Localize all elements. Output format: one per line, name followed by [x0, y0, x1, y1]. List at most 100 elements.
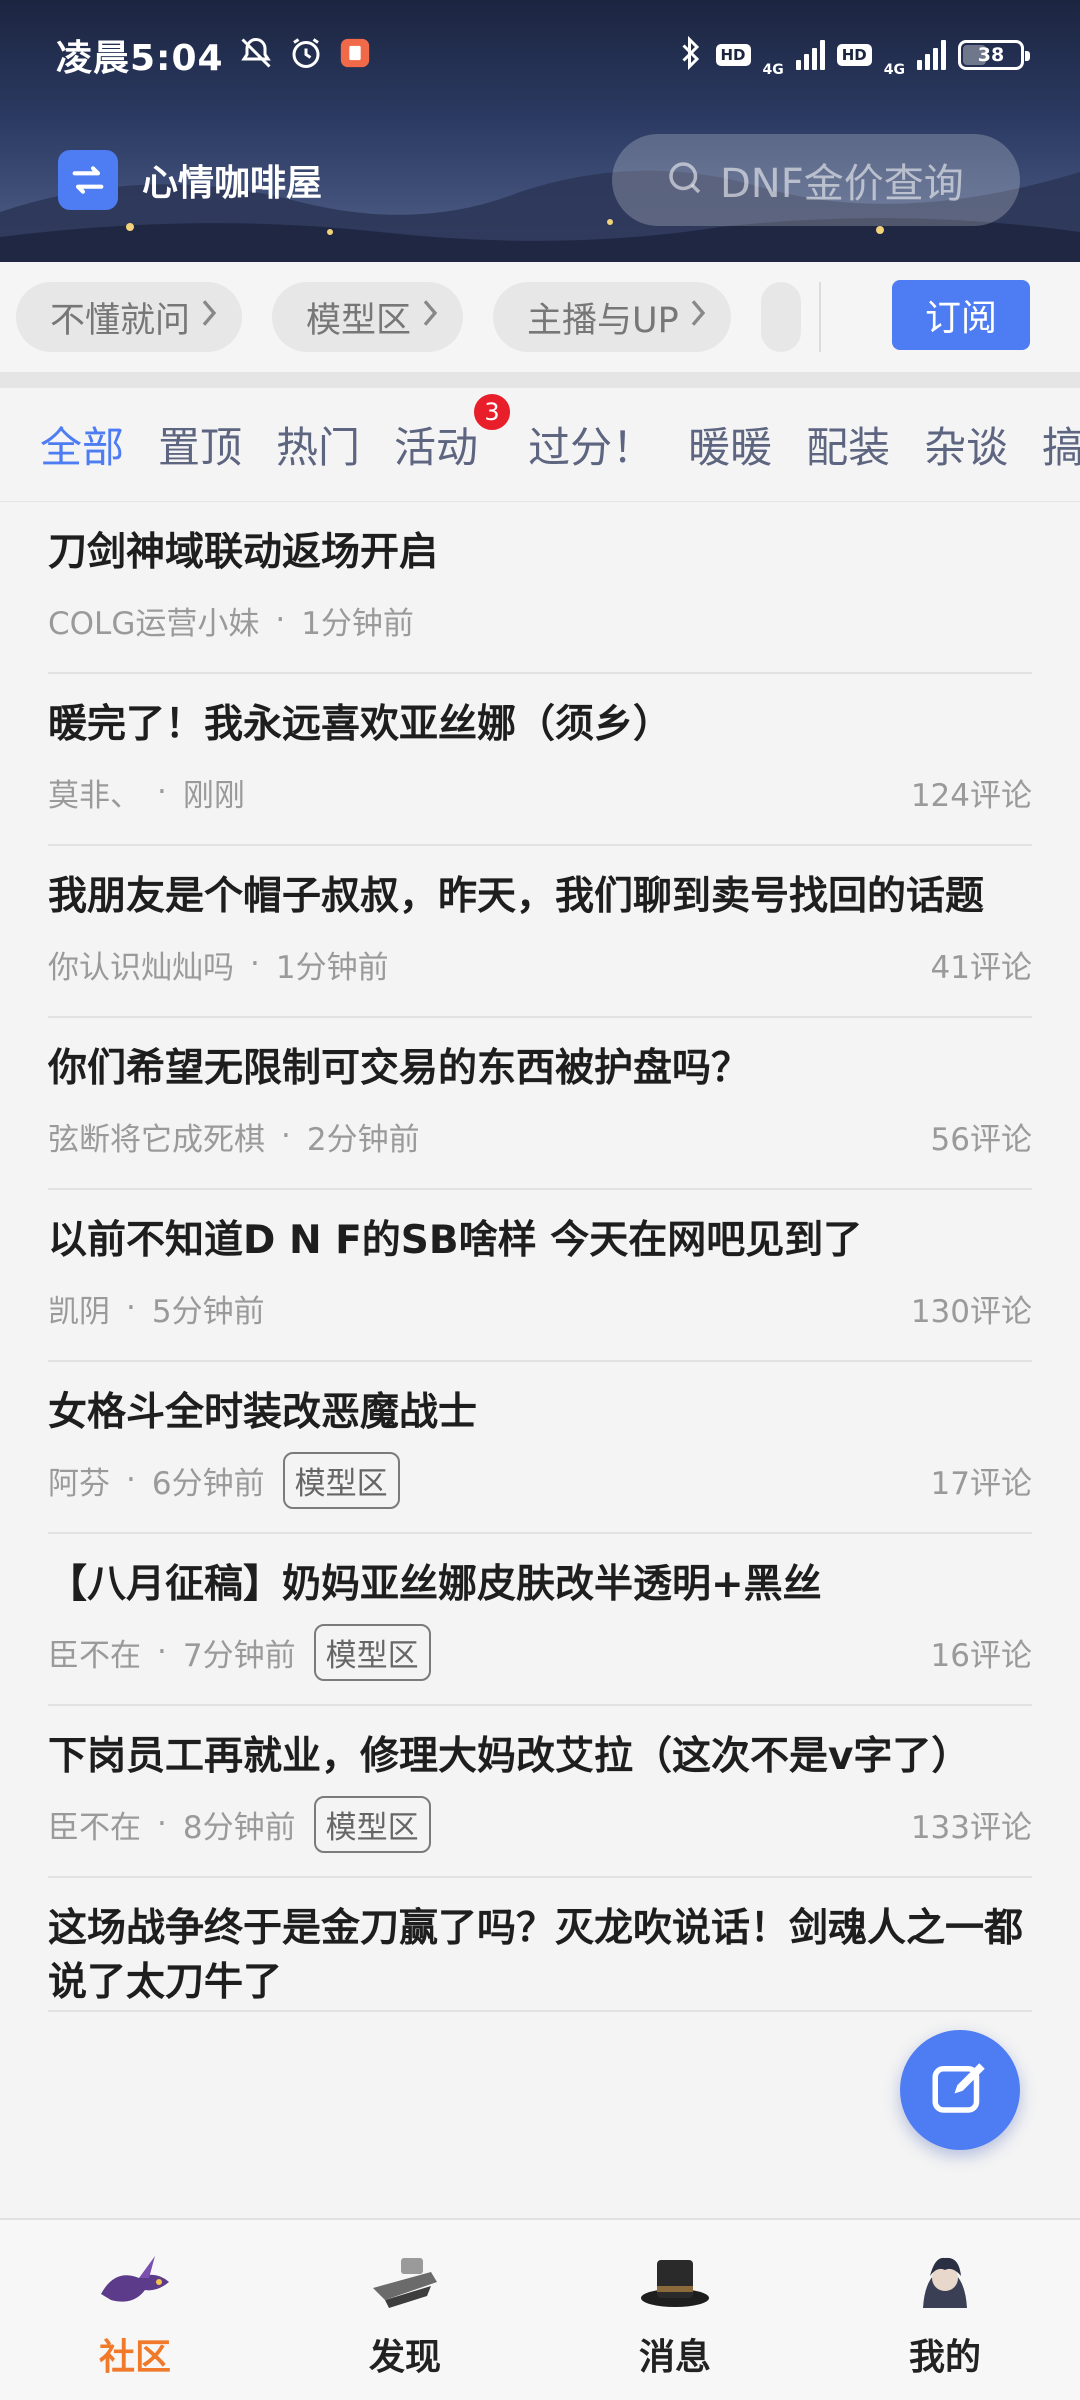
post-meta: 臣不在 · 7分钟前 模型区 16评论 — [48, 1622, 1032, 1682]
nav-messages[interactable]: 消息 — [540, 2220, 810, 2400]
chips-divider — [818, 282, 821, 352]
tab-too-much[interactable]: 过分！ — [528, 414, 654, 475]
post-meta: COLG运营小妹 · 1分钟前 — [48, 590, 1032, 650]
anvil-icon — [365, 2248, 445, 2318]
tab-nuannuan[interactable]: 暖暖 — [688, 414, 772, 475]
tab-hot[interactable]: 热门 — [276, 414, 360, 475]
search-icon — [664, 157, 706, 203]
post-meta: 臣不在 · 8分钟前 模型区 133评论 — [48, 1794, 1032, 1854]
post-author: 莫非、 — [48, 777, 141, 814]
network-type-1: 4G — [762, 62, 784, 78]
list-item[interactable]: 暖完了！我永远喜欢亚丝娜（须乡） 莫非、 · 刚刚 124评论 — [48, 674, 1032, 846]
post-title: 刀剑神域联动返场开启 — [48, 530, 439, 575]
top-hat-icon — [635, 2248, 715, 2318]
meta-separator: · — [126, 1462, 136, 1498]
status-time: 凌晨5:04 — [56, 38, 224, 79]
post-time: 2分钟前 — [306, 1121, 420, 1158]
chip-streamers[interactable]: 主播与UP — [493, 282, 731, 352]
meta-separator: · — [157, 1806, 167, 1842]
post-title: 暖完了！我永远喜欢亚丝娜（须乡） — [48, 702, 673, 747]
switch-forum-icon[interactable] — [58, 150, 118, 210]
tab-events-badge: 3 — [472, 392, 513, 432]
list-item[interactable]: 你们希望无限制可交易的东西被护盘吗？ 弦断将它成死棋 · 2分钟前 56评论 — [48, 1018, 1032, 1190]
dragon-icon — [95, 2248, 175, 2318]
post-comment-count: 41评论 — [930, 949, 1032, 986]
list-item[interactable]: 下岗员工再就业，修理大妈改艾拉（这次不是v字了） 臣不在 · 8分钟前 模型区 … — [48, 1706, 1032, 1878]
mute-bell-icon — [238, 35, 274, 75]
chevron-right-icon — [200, 297, 218, 337]
post-comment-count: 130评论 — [910, 1293, 1032, 1330]
list-item[interactable]: 刀剑神域联动返场开启 COLG运营小妹 · 1分钟前 — [48, 502, 1032, 674]
chevron-right-icon — [689, 297, 707, 337]
meta-separator: · — [157, 1634, 167, 1670]
forum-title[interactable]: 心情咖啡屋 — [142, 154, 322, 206]
compose-post-button[interactable] — [900, 2030, 1020, 2150]
tab-events[interactable]: 活动 3 — [394, 392, 513, 475]
avatar-icon — [905, 2248, 985, 2318]
chip-label: 主播与UP — [527, 300, 679, 341]
list-item[interactable]: 【八月征稿】奶妈亚丝娜皮肤改半透明+黑丝 臣不在 · 7分钟前 模型区 16评论 — [48, 1534, 1032, 1706]
post-title: 女格斗全时装改恶魔战士 — [48, 1390, 478, 1435]
post-comment-count: 17评论 — [930, 1465, 1032, 1502]
post-title: 【八月征稿】奶妈亚丝娜皮肤改半透明+黑丝 — [48, 1562, 822, 1607]
list-item[interactable]: 我朋友是个帽子叔叔，昨天，我们聊到卖号找回的话题 你认识灿灿吗 · 1分钟前 4… — [48, 846, 1032, 1018]
post-comment-count: 133评论 — [910, 1809, 1032, 1846]
network-type-2: 4G — [883, 62, 905, 78]
bottom-nav: 社区 发现 消息 我的 — [0, 2218, 1080, 2400]
post-time: 6分钟前 — [151, 1465, 265, 1502]
bluetooth-icon — [678, 35, 704, 75]
hd-badge-2: HD — [836, 44, 872, 66]
post-meta: 弦断将它成死棋 · 2分钟前 56评论 — [48, 1106, 1032, 1166]
tab-more[interactable]: 搞 — [1042, 414, 1080, 475]
search-placeholder: DNF金价查询 — [720, 161, 964, 207]
post-time: 刚刚 — [182, 777, 245, 814]
post-tag[interactable]: 模型区 — [313, 1623, 431, 1681]
chip-label: 模型区 — [306, 300, 412, 341]
tab-builds[interactable]: 配装 — [806, 414, 890, 475]
battery-icon: 38 — [958, 40, 1030, 70]
tab-pinned[interactable]: 置顶 — [158, 414, 242, 475]
nav-profile[interactable]: 我的 — [810, 2220, 1080, 2400]
post-meta: 莫非、 · 刚刚 124评论 — [48, 762, 1032, 822]
nav-community[interactable]: 社区 — [0, 2220, 270, 2400]
chip-ask[interactable]: 不懂就问 — [16, 282, 243, 352]
post-meta: 凯阴 · 5分钟前 130评论 — [48, 1278, 1032, 1338]
list-item[interactable]: 以前不知道D N F的SB啥样 今天在网吧见到了 凯阴 · 5分钟前 130评论 — [48, 1190, 1032, 1362]
chip-model-zone[interactable]: 模型区 — [272, 282, 464, 352]
post-tag[interactable]: 模型区 — [313, 1795, 431, 1853]
meta-separator: · — [275, 602, 286, 638]
subscribe-button[interactable]: 订阅 — [892, 280, 1030, 350]
post-meta: 阿芬 · 6分钟前 模型区 17评论 — [48, 1450, 1032, 1510]
list-item[interactable]: 这场战争终于是金刀赢了吗？灭龙吹说话！剑魂人之一都说了太刀牛了 — [48, 1878, 1032, 2012]
tab-events-label: 活动 — [394, 423, 479, 472]
section-divider — [0, 372, 1080, 388]
post-author: COLG运营小妹 — [48, 605, 260, 642]
search-input[interactable]: DNF金价查询 — [612, 134, 1020, 226]
chevron-right-icon — [421, 297, 439, 337]
nav-discover[interactable]: 发现 — [270, 2220, 540, 2400]
tab-all[interactable]: 全部 — [40, 414, 124, 475]
nav-label: 消息 — [638, 2337, 711, 2378]
meta-separator: · — [157, 774, 167, 810]
chip-label: 不懂就问 — [50, 300, 191, 341]
post-meta: 你认识灿灿吗 · 1分钟前 41评论 — [48, 934, 1032, 994]
nav-label: 发现 — [368, 2337, 441, 2378]
sub-forum-chips: 不懂就问 模型区 主播与UP 订阅 — [0, 262, 1080, 372]
signal-strength-2-icon — [917, 40, 946, 70]
app-bar: 心情咖啡屋 DNF金价查询 — [58, 130, 1020, 230]
post-title: 以前不知道D N F的SB啥样 今天在网吧见到了 — [48, 1218, 863, 1263]
tab-chat[interactable]: 杂谈 — [924, 414, 1008, 475]
battery-level: 38 — [977, 44, 1005, 66]
category-tabs: 全部 置顶 热门 活动 3 过分！ 暖暖 配装 杂谈 搞 — [0, 388, 1080, 502]
post-tag[interactable]: 模型区 — [282, 1451, 400, 1509]
post-author: 你认识灿灿吗 — [48, 949, 234, 986]
meta-separator: · — [281, 1118, 291, 1154]
post-title: 下岗员工再就业，修理大妈改艾拉（这次不是v字了） — [48, 1734, 971, 1779]
list-item[interactable]: 女格斗全时装改恶魔战士 阿芬 · 6分钟前 模型区 17评论 — [48, 1362, 1032, 1534]
post-time: 1分钟前 — [301, 605, 414, 642]
post-comment-count: 16评论 — [930, 1637, 1032, 1674]
chip-partial[interactable] — [760, 282, 801, 352]
app-notification-icon — [338, 36, 372, 74]
edit-icon — [927, 2055, 993, 2125]
header-banner: 凌晨5:04 HD 4G HD 4G 38 心情咖啡屋 DNF金价查询 — [0, 0, 1080, 262]
